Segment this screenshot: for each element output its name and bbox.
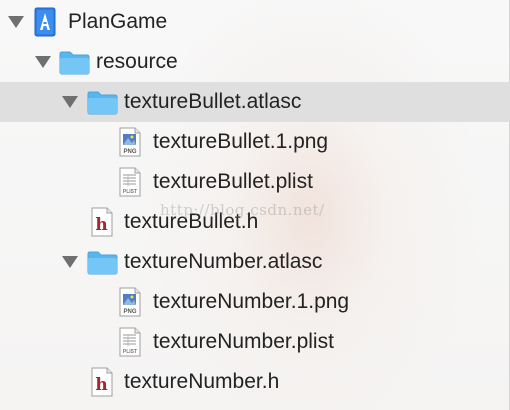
tree-item-label: textureBullet.plist — [153, 170, 313, 193]
tree-item-label: textureNumber.plist — [153, 330, 334, 353]
header-file-icon: h — [91, 207, 113, 237]
tree-row-texturebullet-atlasc[interactable]: textureBullet.atlasc — [0, 82, 510, 122]
png-file-icon: PNG — [119, 127, 141, 157]
tree-item-label: textureNumber.atlasc — [124, 250, 323, 273]
tree-row-texturenumber-atlasc[interactable]: textureNumber.atlasc — [0, 242, 510, 282]
tree-item-label: textureBullet.h — [124, 210, 259, 233]
tree-item-label: resource — [96, 50, 178, 73]
plist-badge-text: PLIST — [123, 349, 137, 355]
png-file-icon: PNG — [119, 287, 141, 317]
tree-item-label: textureBullet.1.png — [153, 130, 329, 153]
plist-badge-text: PLIST — [123, 189, 137, 195]
tree-item-label: textureNumber.h — [124, 370, 280, 393]
tree-row-texturenumber-png[interactable]: PNG textureNumber.1.png — [0, 282, 510, 322]
disclosure-triangle-icon[interactable] — [62, 96, 78, 108]
disclosure-triangle-icon[interactable] — [8, 16, 24, 28]
project-navigator: PlanGame resource textureBullet.atlasc P… — [0, 0, 510, 410]
tree-item-label: PlanGame — [68, 10, 168, 33]
png-badge-text: PNG — [123, 309, 136, 315]
disclosure-triangle-icon[interactable] — [62, 256, 78, 268]
folder-icon — [59, 51, 90, 75]
tree-row-texturebullet-plist[interactable]: PLIST textureBullet.plist — [0, 162, 510, 202]
header-letter: h — [95, 375, 107, 395]
tree-row-texturenumber-h[interactable]: h textureNumber.h — [0, 362, 510, 402]
header-letter: h — [95, 215, 107, 235]
tree-row-texturenumber-plist[interactable]: PLIST textureNumber.plist — [0, 322, 510, 362]
tree-row-plangame[interactable]: PlanGame — [0, 2, 510, 42]
tree-row-resource[interactable]: resource — [0, 42, 510, 82]
folder-icon — [87, 91, 118, 115]
tree-item-label: textureBullet.atlasc — [124, 90, 302, 113]
header-file-icon: h — [91, 367, 113, 397]
folder-icon — [87, 251, 118, 275]
disclosure-triangle-icon[interactable] — [35, 56, 51, 68]
tree-row-texturebullet-png[interactable]: PNG textureBullet.1.png — [0, 122, 510, 162]
png-badge-text: PNG — [123, 149, 136, 155]
plist-file-icon: PLIST — [119, 327, 141, 357]
xcode-project-icon — [34, 7, 56, 37]
tree-item-label: textureNumber.1.png — [153, 290, 350, 313]
plist-file-icon: PLIST — [119, 167, 141, 197]
tree-row-texturebullet-h[interactable]: h textureBullet.h — [0, 202, 510, 242]
